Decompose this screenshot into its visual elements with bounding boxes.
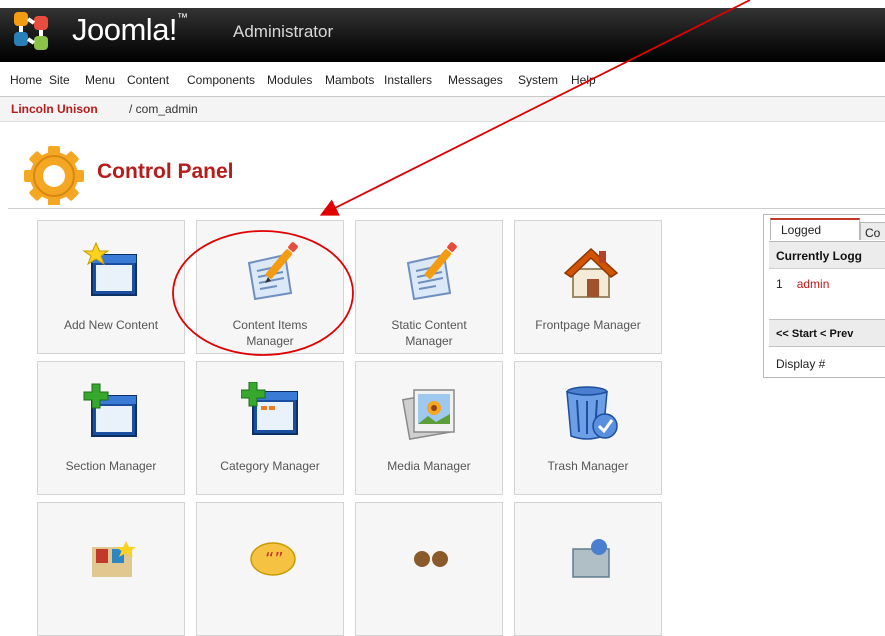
messages-button[interactable]: “” — [196, 502, 344, 636]
house-icon — [563, 247, 619, 298]
menu-item-help[interactable]: Help — [571, 73, 596, 87]
tile-label: Section Manager — [42, 458, 180, 474]
menu-item-components[interactable]: Components — [187, 73, 255, 87]
tile-label-line-2: Manager — [405, 334, 453, 348]
category-icon — [241, 382, 298, 435]
speech-bubble-icon: “” — [250, 542, 296, 576]
tile-label: Media Manager — [360, 458, 498, 474]
logged-users-panel: Logged Co Currently Logg 1 admin << Start… — [763, 214, 885, 378]
section-manager-button[interactable]: Section Manager — [37, 361, 185, 495]
logged-user-link[interactable]: admin — [797, 277, 830, 291]
tile-label-line: Add New Content — [63, 318, 159, 332]
pagination-links[interactable]: << Start < Prev — [769, 319, 885, 347]
tab-components[interactable]: Co — [860, 222, 885, 240]
menu-item-content[interactable]: Content — [127, 73, 169, 87]
menu-item-system[interactable]: System — [518, 73, 558, 87]
svg-text:“”: “” — [265, 549, 284, 570]
page-title: Control Panel — [97, 160, 234, 183]
menu-item-messages[interactable]: Messages — [448, 73, 503, 87]
tile-label: Frontpage Manager — [519, 317, 657, 333]
menu-item-modules[interactable]: Modules — [267, 73, 312, 87]
frontpage-manager-button[interactable]: Frontpage Manager — [514, 220, 662, 354]
menu-item-installers[interactable]: Installers — [384, 73, 432, 87]
breadcrumb: Lincoln Unison / com_admin — [0, 97, 885, 122]
add-content-icon — [82, 241, 137, 296]
brand-name: Joomla!™ — [72, 12, 188, 48]
configuration-icon — [572, 539, 610, 578]
title-divider — [8, 208, 885, 209]
trash-manager-button[interactable]: Trash Manager — [514, 361, 662, 495]
tile-label-line: Content Items — [232, 318, 308, 332]
header-top-strip — [0, 0, 885, 8]
section-icon — [83, 383, 137, 437]
tile-label-line: Frontpage Manager — [535, 318, 641, 332]
tile-label-line: Media Manager — [387, 459, 471, 473]
tile-label: Content Items Manager — [201, 317, 339, 349]
tab-logged[interactable]: Logged — [770, 218, 860, 240]
static-content-edit-icon — [406, 242, 457, 301]
admin-header: Joomla!™ Administrator — [0, 0, 885, 62]
control-panel-gear-icon — [24, 146, 84, 205]
joomla-logo-icon — [14, 12, 48, 50]
main-menu: Home Site Menu Content Components Module… — [0, 62, 885, 97]
currently-logged-heading: Currently Logg — [769, 241, 885, 269]
table-row: 1 admin — [769, 270, 885, 294]
tile-label-line: Category Manager — [220, 459, 320, 473]
trash-icon — [566, 386, 618, 440]
menu-item-mambots[interactable]: Mambots — [325, 73, 374, 87]
users-button[interactable] — [355, 502, 503, 636]
menu-item-menu[interactable]: Menu — [85, 73, 115, 87]
display-count-label: Display # — [776, 357, 826, 371]
add-new-content-button[interactable]: Add New Content — [37, 220, 185, 354]
tile-label: Static Content Manager — [360, 317, 498, 349]
media-pictures-icon — [401, 389, 455, 441]
row-number: 1 — [776, 277, 783, 291]
static-content-manager-button[interactable]: Static Content Manager — [355, 220, 503, 354]
tile-label: Add New Content — [42, 317, 180, 333]
menu-manager-icon — [92, 541, 136, 577]
category-manager-button[interactable]: Category Manager — [196, 361, 344, 495]
tile-label-line: Section Manager — [65, 459, 157, 473]
menu-manager-button[interactable] — [37, 502, 185, 636]
brand-subtitle: Administrator — [233, 22, 334, 41]
breadcrumb-site-link[interactable]: Lincoln Unison — [11, 102, 98, 116]
tile-label-line: Static Content — [391, 318, 467, 332]
tile-label: Category Manager — [201, 458, 339, 474]
menu-item-site[interactable]: Site — [49, 73, 70, 87]
brand-text: Joomla! — [72, 12, 178, 47]
trademark-sign: ™ — [177, 12, 188, 24]
users-icon — [414, 551, 448, 567]
tile-label: Trash Manager — [519, 458, 657, 474]
content-edit-icon — [247, 242, 298, 301]
global-configuration-button[interactable] — [514, 502, 662, 636]
tile-label-line-2: Manager — [246, 334, 294, 348]
tile-label-line: Trash Manager — [547, 459, 629, 473]
content-items-manager-button[interactable]: Content Items Manager — [196, 220, 344, 354]
breadcrumb-current: / com_admin — [129, 102, 198, 116]
media-manager-button[interactable]: Media Manager — [355, 361, 503, 495]
menu-item-home[interactable]: Home — [10, 73, 42, 87]
